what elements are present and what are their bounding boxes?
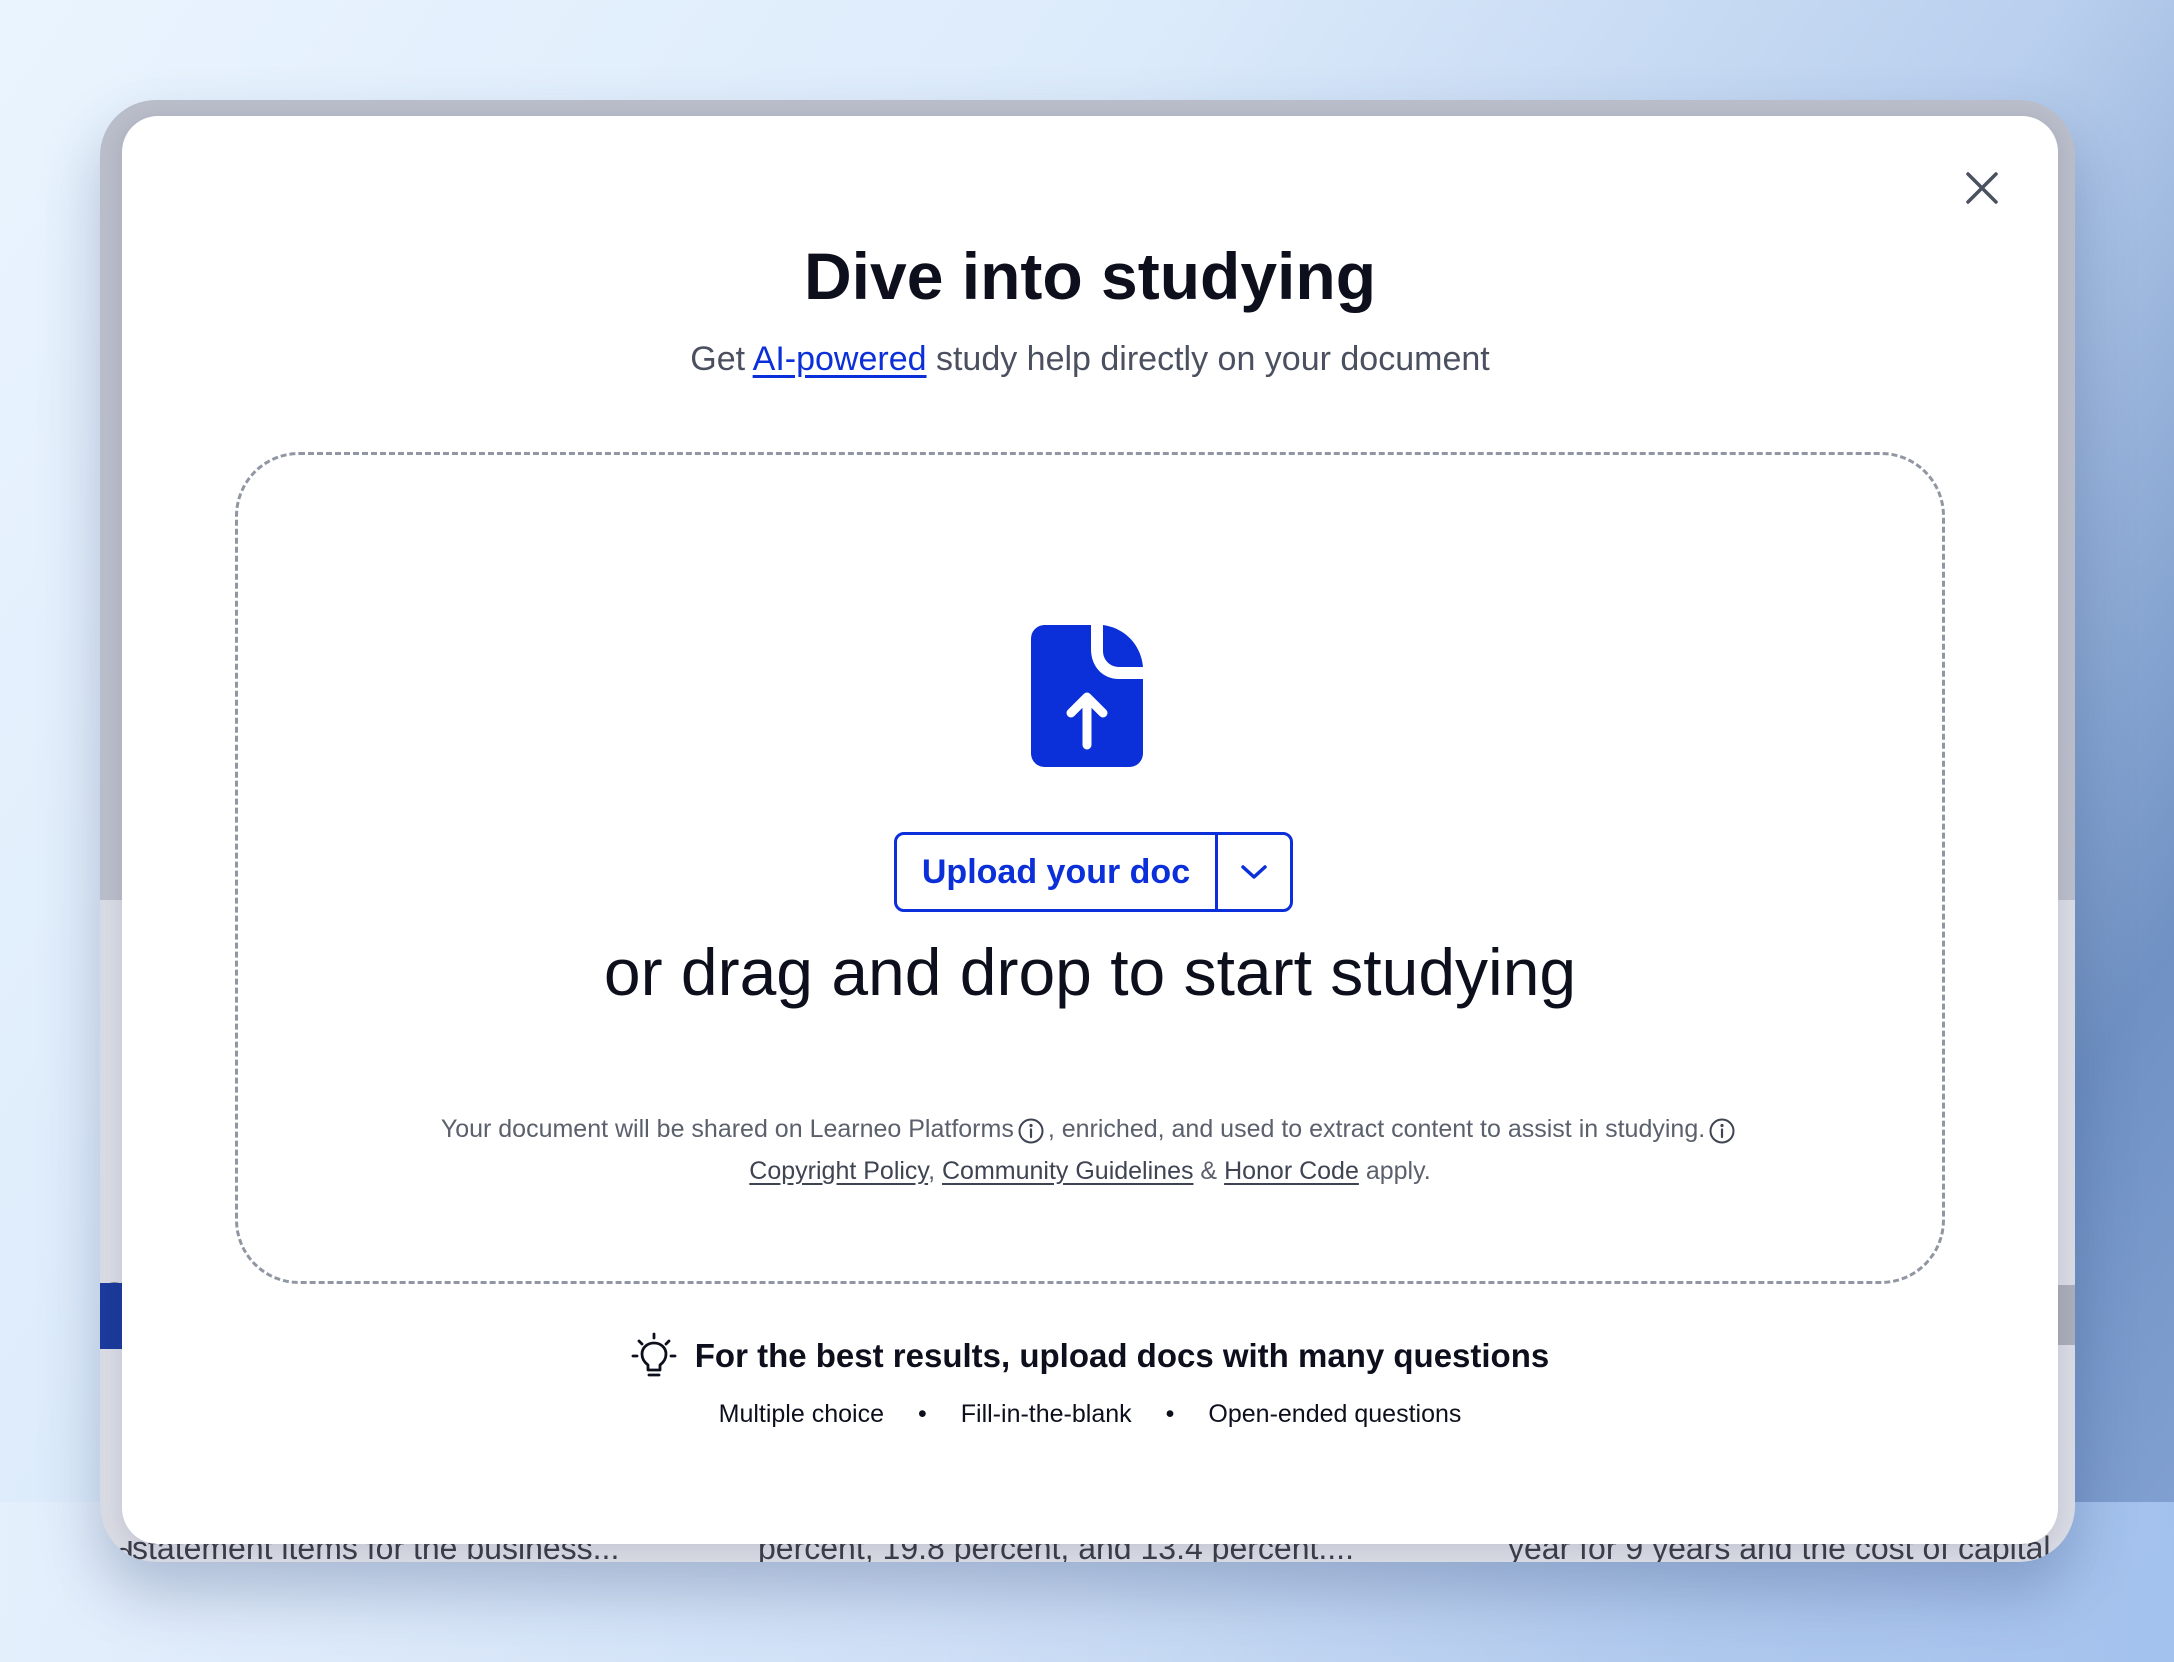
best-results-tip: For the best results, upload docs with m… [122,1332,2058,1380]
upload-doc-button[interactable]: Upload your doc [897,835,1218,909]
separator: & [1193,1157,1225,1185]
separator: , [928,1157,942,1185]
background-text-fragment: s [2054,1536,2071,1562]
ai-powered-link[interactable]: AI-powered [753,340,927,378]
question-type-item: Multiple choice [718,1400,884,1428]
question-types-list: Multiple choice • Fill-in-the-blank • Open-e… [122,1400,2058,1429]
background-text-fragment: nd [100,1536,134,1562]
upload-modal: Dive into studying Get AI-powered study … [122,116,2058,1544]
bullet-separator: • [1165,1400,1175,1428]
question-type-item: Open-ended questions [1208,1400,1462,1428]
subtitle-prefix: Get [690,340,753,378]
disclaimer-text: Your document will be shared on Learneo … [440,1115,1014,1143]
upload-options-dropdown[interactable] [1218,835,1290,909]
lightbulb-icon [631,1332,677,1377]
chevron-down-icon [1241,865,1267,879]
upload-button-group: Upload your doc [894,832,1293,912]
subtitle-suffix: study help directly on your document [926,340,1490,378]
question-type-item: Fill-in-the-blank [960,1400,1132,1428]
community-guidelines-link[interactable]: Community Guidelines [942,1157,1194,1185]
info-icon[interactable] [1708,1117,1736,1145]
copyright-policy-link[interactable]: Copyright Policy [749,1157,928,1185]
disclaimer-line-2: Copyright Policy, Community Guidelines &… [122,1150,2058,1192]
background-scrollbar [2055,1285,2075,1345]
bullet-separator: • [917,1400,927,1428]
close-button[interactable] [1962,168,2002,208]
modal-subtitle: Get AI-powered study help directly on yo… [122,340,2058,379]
honor-code-link[interactable]: Honor Code [1224,1157,1359,1185]
close-icon [1966,172,1998,204]
modal-title: Dive into studying [803,239,1377,313]
info-icon[interactable] [1017,1117,1045,1145]
disclaimer-line-1: Your document will be shared on Learneo … [122,1108,2058,1150]
disclaimer-text: , enriched, and used to extract content … [1047,1115,1706,1143]
drag-drop-text: or drag and drop to start studying [603,935,1577,1009]
disclaimer-suffix: apply. [1358,1157,1431,1185]
upload-disclaimer: Your document will be shared on Learneo … [122,1108,2058,1192]
tip-text: For the best results, upload docs with m… [694,1337,1550,1374]
document-upload-icon [1031,625,1143,767]
